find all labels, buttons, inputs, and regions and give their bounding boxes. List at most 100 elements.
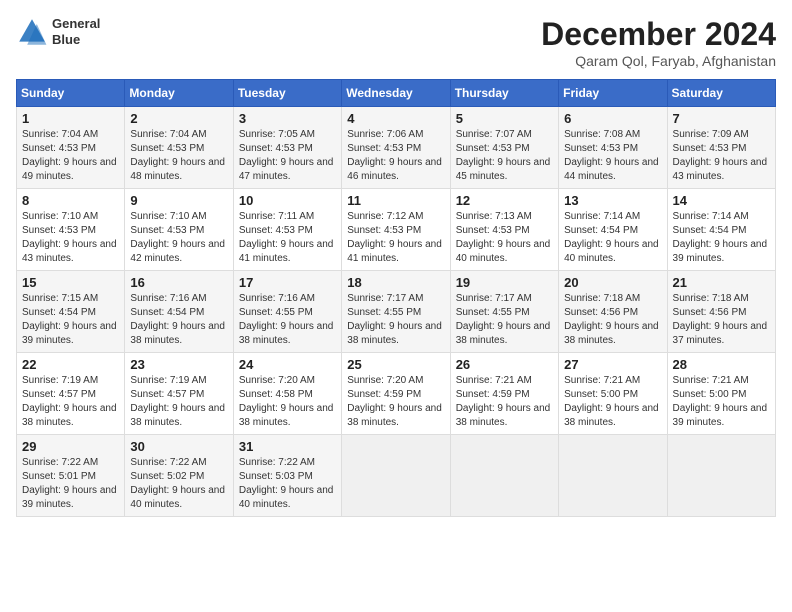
cell-info: Sunrise: 7:16 AMSunset: 4:55 PMDaylight:… bbox=[239, 292, 336, 348]
header-row: SundayMondayTuesdayWednesdayThursdayFrid… bbox=[17, 80, 776, 107]
cell-info: Sunrise: 7:21 AMSunset: 5:00 PMDaylight:… bbox=[564, 374, 661, 430]
header-cell-wednesday: Wednesday bbox=[342, 80, 450, 107]
header-cell-monday: Monday bbox=[125, 80, 233, 107]
cell-info: Sunrise: 7:08 AMSunset: 4:53 PMDaylight:… bbox=[564, 128, 661, 184]
calendar-cell bbox=[450, 435, 558, 517]
month-title: December 2024 bbox=[541, 16, 776, 53]
cell-info: Sunrise: 7:16 AMSunset: 4:54 PMDaylight:… bbox=[130, 292, 227, 348]
day-number: 8 bbox=[22, 193, 119, 208]
calendar-cell: 29Sunrise: 7:22 AMSunset: 5:01 PMDayligh… bbox=[17, 435, 125, 517]
cell-info: Sunrise: 7:21 AMSunset: 5:00 PMDaylight:… bbox=[673, 374, 770, 430]
week-row-3: 15 Sunrise: 7:15 AMSunset: 4:54 PMDayligh… bbox=[17, 271, 776, 353]
calendar-cell: 8 Sunrise: 7:10 AMSunset: 4:53 PMDaylight… bbox=[17, 189, 125, 271]
calendar-cell: 27 Sunrise: 7:21 AMSunset: 5:00 PMDayligh… bbox=[559, 353, 667, 435]
calendar-cell: 13 Sunrise: 7:14 AMSunset: 4:54 PMDayligh… bbox=[559, 189, 667, 271]
cell-info: Sunrise: 7:11 AMSunset: 4:53 PMDaylight:… bbox=[239, 210, 336, 266]
cell-info: Sunrise: 7:09 AMSunset: 4:53 PMDaylight:… bbox=[673, 128, 770, 184]
header-cell-friday: Friday bbox=[559, 80, 667, 107]
day-number: 27 bbox=[564, 357, 661, 372]
day-number: 26 bbox=[456, 357, 553, 372]
cell-info: Sunrise: 7:22 AMSunset: 5:03 PMDaylight:… bbox=[239, 456, 336, 512]
cell-info: Sunrise: 7:05 AMSunset: 4:53 PMDaylight:… bbox=[239, 128, 336, 184]
calendar-cell: 5 Sunrise: 7:07 AMSunset: 4:53 PMDaylight… bbox=[450, 107, 558, 189]
day-number: 12 bbox=[456, 193, 553, 208]
cell-info: Sunrise: 7:20 AMSunset: 4:59 PMDaylight:… bbox=[347, 374, 444, 430]
calendar-cell: 23Sunrise: 7:19 AMSunset: 4:57 PMDayligh… bbox=[125, 353, 233, 435]
cell-info: Sunrise: 7:04 AMSunset: 4:53 PMDaylight:… bbox=[22, 128, 119, 184]
header-cell-saturday: Saturday bbox=[667, 80, 775, 107]
header-cell-sunday: Sunday bbox=[17, 80, 125, 107]
day-number: 19 bbox=[456, 275, 553, 290]
calendar-cell: 3 Sunrise: 7:05 AMSunset: 4:53 PMDaylight… bbox=[233, 107, 341, 189]
week-row-4: 22Sunrise: 7:19 AMSunset: 4:57 PMDayligh… bbox=[17, 353, 776, 435]
calendar-cell: 20 Sunrise: 7:18 AMSunset: 4:56 PMDayligh… bbox=[559, 271, 667, 353]
day-number: 6 bbox=[564, 111, 661, 126]
week-row-2: 8 Sunrise: 7:10 AMSunset: 4:53 PMDaylight… bbox=[17, 189, 776, 271]
cell-info: Sunrise: 7:20 AMSunset: 4:58 PMDaylight:… bbox=[239, 374, 336, 430]
day-number: 9 bbox=[130, 193, 227, 208]
cell-info: Sunrise: 7:06 AMSunset: 4:53 PMDaylight:… bbox=[347, 128, 444, 184]
calendar-cell: 18 Sunrise: 7:17 AMSunset: 4:55 PMDayligh… bbox=[342, 271, 450, 353]
calendar-cell: 7Sunrise: 7:09 AMSunset: 4:53 PMDaylight… bbox=[667, 107, 775, 189]
day-number: 3 bbox=[239, 111, 336, 126]
calendar-cell: 30Sunrise: 7:22 AMSunset: 5:02 PMDayligh… bbox=[125, 435, 233, 517]
calendar-cell: 12Sunrise: 7:13 AMSunset: 4:53 PMDayligh… bbox=[450, 189, 558, 271]
cell-info: Sunrise: 7:18 AMSunset: 4:56 PMDaylight:… bbox=[564, 292, 661, 348]
day-number: 10 bbox=[239, 193, 336, 208]
title-block: December 2024 Qaram Qol, Faryab, Afghani… bbox=[541, 16, 776, 69]
calendar-cell: 21 Sunrise: 7:18 AMSunset: 4:56 PMDayligh… bbox=[667, 271, 775, 353]
day-number: 15 bbox=[22, 275, 119, 290]
day-number: 31 bbox=[239, 439, 336, 454]
cell-info: Sunrise: 7:17 AMSunset: 4:55 PMDaylight:… bbox=[347, 292, 444, 348]
calendar-cell: 6 Sunrise: 7:08 AMSunset: 4:53 PMDaylight… bbox=[559, 107, 667, 189]
header-cell-thursday: Thursday bbox=[450, 80, 558, 107]
cell-info: Sunrise: 7:21 AMSunset: 4:59 PMDaylight:… bbox=[456, 374, 553, 430]
location: Qaram Qol, Faryab, Afghanistan bbox=[541, 53, 776, 69]
calendar-cell: 14Sunrise: 7:14 AMSunset: 4:54 PMDayligh… bbox=[667, 189, 775, 271]
day-number: 29 bbox=[22, 439, 119, 454]
day-number: 20 bbox=[564, 275, 661, 290]
calendar-cell: 11 Sunrise: 7:12 AMSunset: 4:53 PMDayligh… bbox=[342, 189, 450, 271]
cell-info: Sunrise: 7:12 AMSunset: 4:53 PMDaylight:… bbox=[347, 210, 444, 266]
calendar-cell: 16 Sunrise: 7:16 AMSunset: 4:54 PMDayligh… bbox=[125, 271, 233, 353]
day-number: 13 bbox=[564, 193, 661, 208]
week-row-1: 1Sunrise: 7:04 AMSunset: 4:53 PMDaylight… bbox=[17, 107, 776, 189]
calendar-table: SundayMondayTuesdayWednesdayThursdayFrid… bbox=[16, 79, 776, 517]
cell-info: Sunrise: 7:14 AMSunset: 4:54 PMDaylight:… bbox=[564, 210, 661, 266]
cell-info: Sunrise: 7:04 AMSunset: 4:53 PMDaylight:… bbox=[130, 128, 227, 184]
calendar-cell: 28Sunrise: 7:21 AMSunset: 5:00 PMDayligh… bbox=[667, 353, 775, 435]
day-number: 23 bbox=[130, 357, 227, 372]
calendar-cell bbox=[559, 435, 667, 517]
calendar-cell bbox=[667, 435, 775, 517]
calendar-cell: 17Sunrise: 7:16 AMSunset: 4:55 PMDayligh… bbox=[233, 271, 341, 353]
day-number: 2 bbox=[130, 111, 227, 126]
calendar-cell: 25 Sunrise: 7:20 AMSunset: 4:59 PMDayligh… bbox=[342, 353, 450, 435]
day-number: 18 bbox=[347, 275, 444, 290]
calendar-cell: 26 Sunrise: 7:21 AMSunset: 4:59 PMDayligh… bbox=[450, 353, 558, 435]
calendar-cell: 22Sunrise: 7:19 AMSunset: 4:57 PMDayligh… bbox=[17, 353, 125, 435]
logo-icon bbox=[16, 16, 48, 48]
calendar-cell: 1Sunrise: 7:04 AMSunset: 4:53 PMDaylight… bbox=[17, 107, 125, 189]
calendar-cell: 15 Sunrise: 7:15 AMSunset: 4:54 PMDayligh… bbox=[17, 271, 125, 353]
day-number: 25 bbox=[347, 357, 444, 372]
cell-info: Sunrise: 7:10 AMSunset: 4:53 PMDaylight:… bbox=[130, 210, 227, 266]
page-header: General Blue December 2024 Qaram Qol, Fa… bbox=[16, 16, 776, 69]
cell-info: Sunrise: 7:22 AMSunset: 5:02 PMDaylight:… bbox=[130, 456, 227, 512]
calendar-cell: 10 Sunrise: 7:11 AMSunset: 4:53 PMDayligh… bbox=[233, 189, 341, 271]
day-number: 21 bbox=[673, 275, 770, 290]
calendar-cell: 4Sunrise: 7:06 AMSunset: 4:53 PMDaylight… bbox=[342, 107, 450, 189]
day-number: 11 bbox=[347, 193, 444, 208]
calendar-cell bbox=[342, 435, 450, 517]
day-number: 16 bbox=[130, 275, 227, 290]
week-row-5: 29Sunrise: 7:22 AMSunset: 5:01 PMDayligh… bbox=[17, 435, 776, 517]
cell-info: Sunrise: 7:10 AMSunset: 4:53 PMDaylight:… bbox=[22, 210, 119, 266]
day-number: 14 bbox=[673, 193, 770, 208]
cell-info: Sunrise: 7:17 AMSunset: 4:55 PMDaylight:… bbox=[456, 292, 553, 348]
day-number: 24 bbox=[239, 357, 336, 372]
calendar-cell: 9 Sunrise: 7:10 AMSunset: 4:53 PMDaylight… bbox=[125, 189, 233, 271]
day-number: 5 bbox=[456, 111, 553, 126]
calendar-cell: 19 Sunrise: 7:17 AMSunset: 4:55 PMDayligh… bbox=[450, 271, 558, 353]
cell-info: Sunrise: 7:15 AMSunset: 4:54 PMDaylight:… bbox=[22, 292, 119, 348]
cell-info: Sunrise: 7:07 AMSunset: 4:53 PMDaylight:… bbox=[456, 128, 553, 184]
cell-info: Sunrise: 7:18 AMSunset: 4:56 PMDaylight:… bbox=[673, 292, 770, 348]
